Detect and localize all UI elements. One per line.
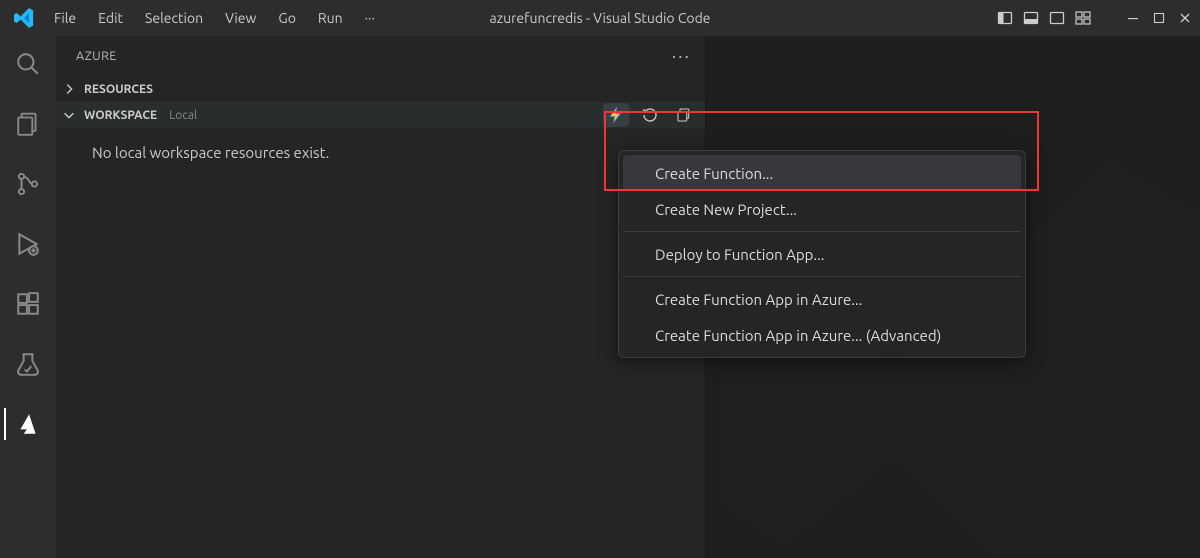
menu-edit[interactable]: Edit (88, 6, 133, 30)
run-debug-icon[interactable] (4, 224, 52, 264)
workspace-actions (603, 103, 697, 127)
ctx-create-function-app-azure-advanced[interactable]: Create Function App in Azure... (Advance… (623, 317, 1021, 353)
window-controls (994, 7, 1196, 29)
extensions-icon[interactable] (4, 284, 52, 324)
workspace-label: WORKSPACE (84, 109, 157, 122)
group-icon[interactable] (671, 103, 697, 127)
workspace-sublabel: Local (169, 109, 197, 122)
window-maximize[interactable] (1148, 7, 1170, 29)
context-menu-separator (623, 231, 1021, 232)
window-close[interactable] (1174, 7, 1196, 29)
azure-icon[interactable] (4, 404, 52, 444)
search-icon[interactable] (4, 44, 52, 84)
menu-bar: File Edit Selection View Go Run ··· (44, 6, 385, 30)
lightning-icon[interactable] (603, 103, 629, 127)
ctx-deploy-function-app[interactable]: Deploy to Function App... (623, 236, 1021, 272)
menu-run[interactable]: Run (308, 6, 353, 30)
source-control-icon[interactable] (4, 164, 52, 204)
menu-go[interactable]: Go (268, 6, 305, 30)
menu-overflow[interactable]: ··· (355, 6, 385, 30)
layout-bottom-icon[interactable] (1020, 7, 1042, 29)
menu-selection[interactable]: Selection (135, 6, 213, 30)
menu-file[interactable]: File (44, 6, 86, 30)
layout-secondary-icon[interactable] (1046, 7, 1068, 29)
ctx-create-function[interactable]: Create Function... (623, 155, 1021, 191)
activity-bar (0, 36, 56, 558)
testing-icon[interactable] (4, 344, 52, 384)
ctx-create-new-project[interactable]: Create New Project... (623, 191, 1021, 227)
chevron-right-icon (62, 82, 78, 96)
workspace-section-header[interactable]: WORKSPACE Local (56, 102, 197, 128)
azure-panel: AZURE ··· RESOURCES WORKSPACE Local (56, 36, 706, 558)
vscode-logo-icon (14, 8, 34, 28)
window-title: azurefuncredis - Visual Studio Code (489, 10, 710, 26)
context-menu-separator (623, 276, 1021, 277)
title-bar: File Edit Selection View Go Run ··· azur… (0, 0, 1200, 36)
explorer-icon[interactable] (4, 104, 52, 144)
workspace-empty-text: No local workspace resources exist. (56, 128, 705, 161)
resources-label: RESOURCES (84, 83, 153, 96)
panel-more-icon[interactable]: ··· (672, 46, 691, 66)
window-minimize[interactable] (1122, 7, 1144, 29)
context-menu: Create Function... Create New Project...… (618, 150, 1026, 358)
resources-section-header[interactable]: RESOURCES (56, 76, 705, 102)
layout-custom-icon[interactable] (1072, 7, 1094, 29)
refresh-icon[interactable] (637, 103, 663, 127)
ctx-create-function-app-azure[interactable]: Create Function App in Azure... (623, 281, 1021, 317)
panel-title: AZURE (76, 49, 117, 63)
layout-primary-icon[interactable] (994, 7, 1016, 29)
chevron-down-icon (62, 108, 78, 122)
panel-header: AZURE ··· (56, 36, 705, 76)
menu-view[interactable]: View (215, 6, 266, 30)
